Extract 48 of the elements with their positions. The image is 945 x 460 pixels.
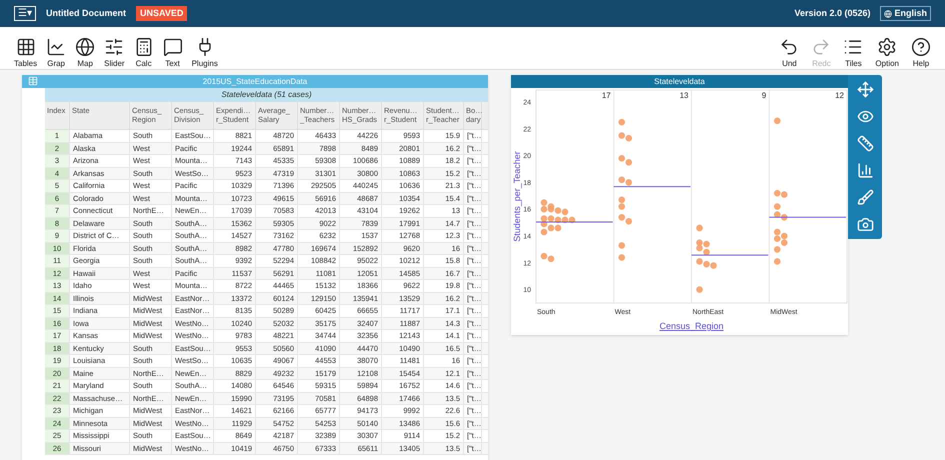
version-label: Version 2.0 (0526): [794, 6, 870, 20]
toolbar-button[interactable]: Und: [775, 28, 804, 68]
move-icon[interactable]: [856, 81, 874, 98]
data-point: [618, 254, 626, 261]
table-icon: [16, 37, 36, 57]
bar-chart-icon[interactable]: [856, 162, 874, 179]
globe-icon: [884, 10, 892, 18]
language-menu[interactable]: English: [880, 6, 931, 22]
line-chart-icon: [46, 37, 66, 57]
data-point: [618, 118, 626, 126]
graph-title: Stateleveldata: [654, 78, 705, 86]
speech-bubble-icon: [162, 37, 183, 57]
undo-icon: [779, 37, 800, 57]
data-point: [774, 118, 781, 124]
data-point: [774, 258, 781, 265]
toolbar-button[interactable]: Help: [907, 28, 935, 68]
toolbar-button[interactable]: Option: [871, 28, 903, 68]
slider-icon: [104, 37, 124, 57]
help-icon: [911, 37, 931, 57]
ruler-icon[interactable]: [856, 135, 874, 152]
brush-icon[interactable]: [856, 189, 874, 206]
x-axis-label[interactable]: Census_Region: [659, 321, 724, 331]
calculator-icon: [134, 37, 154, 57]
menu-button[interactable]: ☰▾: [14, 6, 36, 21]
globe-icon: [75, 37, 96, 57]
data-point: [696, 224, 703, 232]
data-point: [696, 286, 703, 293]
toolbar-button[interactable]: Text: [158, 28, 187, 68]
camera-icon[interactable]: [856, 216, 874, 233]
document-title: Untitled Document: [46, 6, 126, 20]
toolbar-button[interactable]: Tables: [10, 28, 42, 68]
toolbar-button[interactable]: Map: [71, 28, 100, 68]
toolbar-button[interactable]: Slider: [100, 28, 129, 68]
table-title: 2015US_StateEducationData: [202, 78, 308, 86]
collection-header: Stateleveldata (51 cases): [45, 88, 488, 102]
settings-icon: [877, 37, 898, 57]
eye-icon[interactable]: [856, 108, 874, 125]
y-axis-label[interactable]: Students_per_Teacher: [512, 151, 522, 242]
case-count: 12: [835, 91, 844, 100]
toolbar-button[interactable]: Plugins: [188, 28, 222, 68]
case-count: 17: [602, 91, 611, 100]
status-badge: UNSAVED: [136, 6, 188, 22]
toolbar-button[interactable]: Grap: [42, 28, 70, 68]
toolbar-button[interactable]: Tiles: [839, 28, 868, 68]
data-point: [618, 242, 626, 249]
case-count: 13: [680, 91, 688, 100]
toolbar-button[interactable]: Calc: [130, 28, 158, 68]
case-count: 9: [762, 91, 766, 100]
